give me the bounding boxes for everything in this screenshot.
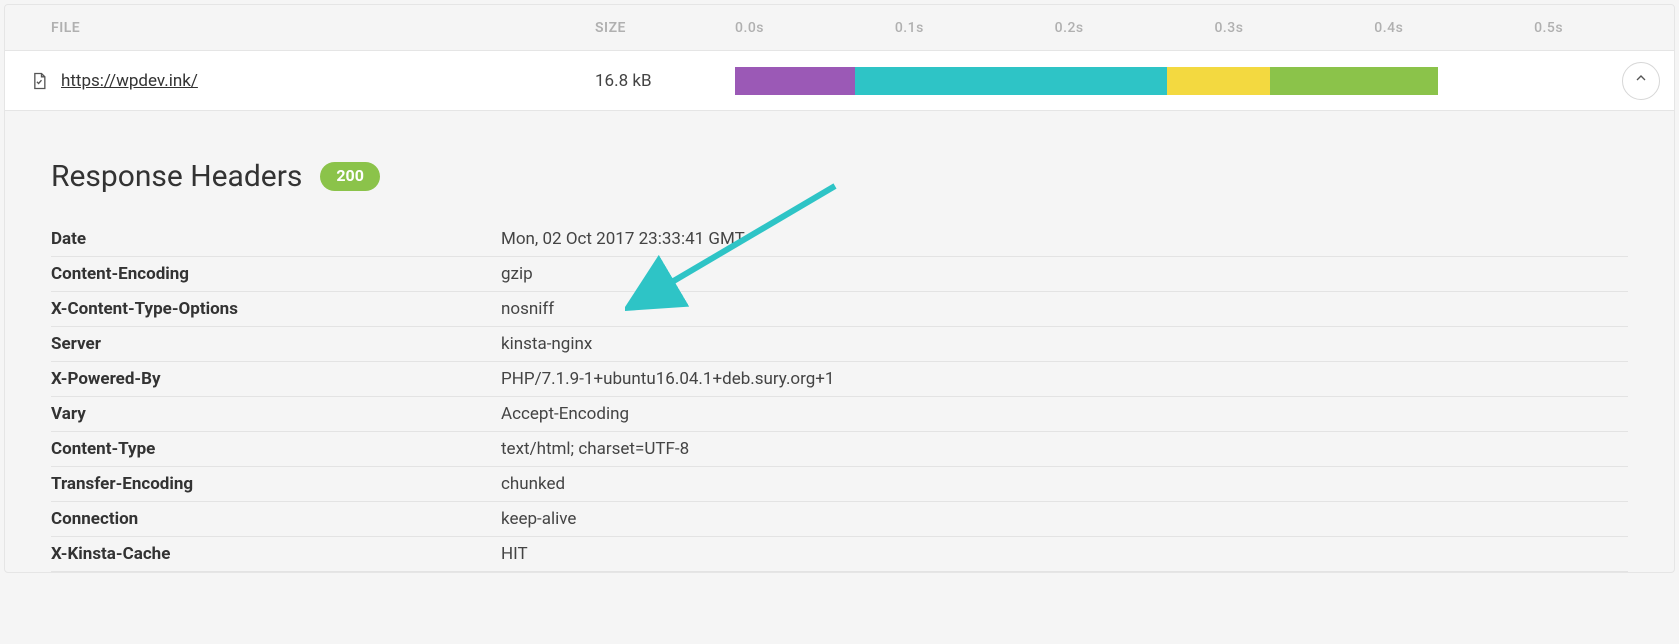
- header-row: X-Powered-ByPHP/7.1.9-1+ubuntu16.04.1+de…: [51, 362, 1628, 397]
- header-key: Server: [51, 334, 501, 354]
- header-value: nosniff: [501, 299, 1628, 319]
- request-row[interactable]: https://wpdev.ink/ 16.8 kB: [5, 51, 1674, 111]
- chevron-up-icon: [1633, 70, 1649, 91]
- header-value: gzip: [501, 264, 1628, 284]
- col-header-size: SIZE: [595, 20, 735, 36]
- header-key: Content-Encoding: [51, 264, 501, 284]
- waterfall-segment: [735, 67, 855, 95]
- header-row: X-Kinsta-CacheHIT: [51, 537, 1628, 572]
- col-header-file: FILE: [5, 20, 595, 36]
- file-cell: https://wpdev.ink/: [5, 71, 595, 91]
- time-tick: 0.0s: [735, 20, 764, 36]
- status-badge: 200: [320, 162, 380, 190]
- columns-header: FILE SIZE 0.0s 0.1s 0.2s 0.3s 0.4s 0.5s: [5, 5, 1674, 51]
- time-tick: 0.4s: [1374, 20, 1403, 36]
- header-key: Transfer-Encoding: [51, 474, 501, 494]
- header-key: X-Kinsta-Cache: [51, 544, 501, 564]
- header-key: Vary: [51, 404, 501, 424]
- header-value: kinsta-nginx: [501, 334, 1628, 354]
- header-row: Content-Encodinggzip: [51, 257, 1628, 292]
- header-row: Serverkinsta-nginx: [51, 327, 1628, 362]
- header-row: Connectionkeep-alive: [51, 502, 1628, 537]
- response-headers-section: Response Headers 200 DateMon, 02 Oct 201…: [5, 111, 1674, 572]
- header-value: Mon, 02 Oct 2017 23:33:41 GMT: [501, 229, 1628, 249]
- header-value: text/html; charset=UTF-8: [501, 439, 1628, 459]
- header-value: Accept-Encoding: [501, 404, 1628, 424]
- waterfall-track: [735, 51, 1614, 110]
- waterfall-segment: [855, 67, 1167, 95]
- response-headers-title-text: Response Headers: [51, 159, 302, 194]
- header-value: chunked: [501, 474, 1628, 494]
- header-row: VaryAccept-Encoding: [51, 397, 1628, 432]
- header-value: keep-alive: [501, 509, 1628, 529]
- time-tick: 0.2s: [1055, 20, 1084, 36]
- size-cell: 16.8 kB: [595, 71, 735, 91]
- header-key: X-Content-Type-Options: [51, 299, 501, 319]
- header-key: Content-Type: [51, 439, 501, 459]
- request-panel: FILE SIZE 0.0s 0.1s 0.2s 0.3s 0.4s 0.5s https…: [4, 4, 1675, 573]
- request-url-link[interactable]: https://wpdev.ink/: [61, 71, 198, 91]
- response-headers-title: Response Headers 200: [51, 159, 1628, 194]
- time-tick: 0.1s: [895, 20, 924, 36]
- time-tick: 0.3s: [1214, 20, 1243, 36]
- header-key: Date: [51, 229, 501, 249]
- header-value: HIT: [501, 544, 1628, 564]
- header-row: DateMon, 02 Oct 2017 23:33:41 GMT: [51, 222, 1628, 257]
- header-key: X-Powered-By: [51, 369, 501, 389]
- waterfall-cell: [735, 51, 1674, 110]
- document-icon: [29, 71, 49, 91]
- waterfall-segment: [1167, 67, 1271, 95]
- collapse-button[interactable]: [1622, 62, 1660, 100]
- waterfall-segment: [1270, 67, 1438, 95]
- time-tick: 0.5s: [1534, 20, 1563, 36]
- headers-table: DateMon, 02 Oct 2017 23:33:41 GMTContent…: [51, 222, 1628, 572]
- header-row: X-Content-Type-Optionsnosniff: [51, 292, 1628, 327]
- header-row: Transfer-Encodingchunked: [51, 467, 1628, 502]
- header-key: Connection: [51, 509, 501, 529]
- header-value: PHP/7.1.9-1+ubuntu16.04.1+deb.sury.org+1: [501, 369, 1628, 389]
- header-row: Content-Typetext/html; charset=UTF-8: [51, 432, 1628, 467]
